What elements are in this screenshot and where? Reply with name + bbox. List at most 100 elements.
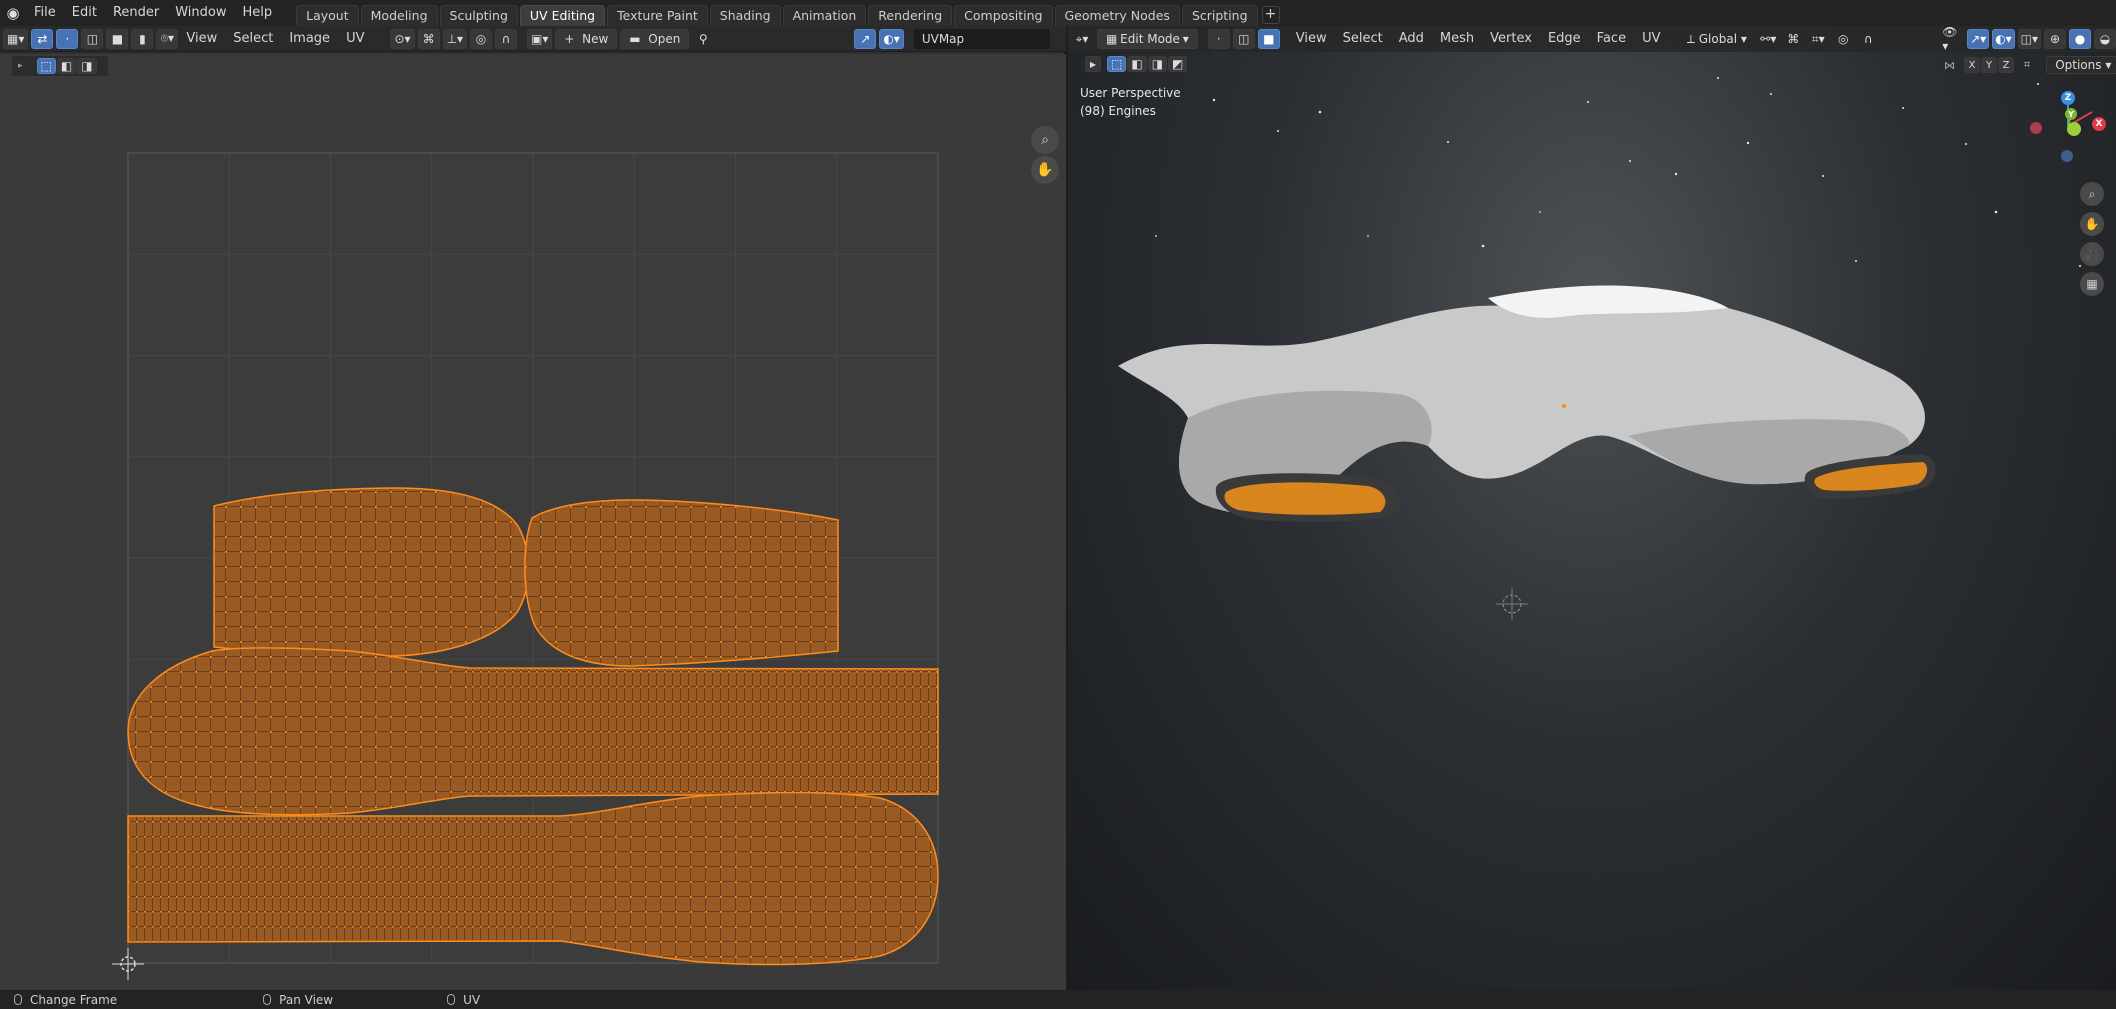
blender-logo-icon[interactable]: ◉	[0, 0, 26, 26]
select-extend-icon[interactable]: ◧	[1127, 56, 1147, 72]
snap-target-icon[interactable]: ⊥▾	[442, 28, 468, 49]
image-browse-icon[interactable]: ▣▾	[527, 28, 553, 49]
tab-layout[interactable]: Layout	[296, 5, 359, 26]
uv-menu-image[interactable]: Image	[281, 26, 338, 52]
falloff-icon[interactable]: ∩	[1857, 29, 1879, 49]
camera-view-icon[interactable]: 🎥	[2080, 242, 2104, 266]
zoom-icon[interactable]: ⌕	[2080, 182, 2104, 206]
pan-hand-icon[interactable]: ✋	[1031, 156, 1059, 184]
vertex-mode-icon[interactable]: ·	[1207, 29, 1230, 49]
tab-shading[interactable]: Shading	[709, 5, 781, 26]
expand-arrow-icon[interactable]: ▸	[1085, 56, 1101, 72]
select-subtract-icon[interactable]: ◨	[77, 58, 97, 74]
overlay-toggle-icon[interactable]: ◐▾	[1992, 29, 2015, 49]
menu-render[interactable]: Render	[105, 0, 167, 26]
uv-menu-uv[interactable]: UV	[338, 26, 372, 52]
axis-neg-z-icon[interactable]	[2061, 150, 2073, 162]
menu-help[interactable]: Help	[235, 0, 281, 26]
xray-icon[interactable]: ◫▾	[2017, 29, 2041, 49]
uv-island[interactable]	[520, 496, 840, 671]
shading-solid-icon[interactable]: ●	[2069, 29, 2091, 49]
mode-selector[interactable]: ▦ Edit Mode ▾	[1097, 29, 1198, 49]
tab-uv-editing[interactable]: UV Editing	[519, 5, 606, 26]
mesh-edit-icon[interactable]: ⌗	[2024, 58, 2030, 72]
3d-viewport[interactable]: ⌖▾ ▦ Edit Mode ▾ · ◫ ■ View Select Add Mes…	[1068, 25, 2116, 990]
edge-mode-icon[interactable]: ◫	[1232, 29, 1255, 49]
select-intersect-icon[interactable]: ◩	[1168, 56, 1188, 72]
spaceship-mesh[interactable]	[1118, 285, 1936, 522]
visibility-icon[interactable]: 👁▾	[1939, 25, 1964, 53]
sync-selection-icon[interactable]: ⇄	[31, 28, 54, 49]
snap-target-icon[interactable]: ⌗▾	[1807, 29, 1829, 49]
tab-scripting[interactable]: Scripting	[1181, 5, 1258, 26]
select-extend-icon[interactable]: ◧	[56, 58, 77, 74]
uv-island[interactable]	[560, 786, 940, 966]
editor-type-icon[interactable]: ⌖▾	[1071, 29, 1093, 49]
overlay-toggle-icon[interactable]: ◐▾	[879, 28, 904, 49]
gizmo-toggle-icon[interactable]: ↗	[854, 28, 877, 49]
mirror-z-toggle[interactable]: Z	[1998, 57, 2014, 73]
pin-icon[interactable]: ⚲	[692, 29, 714, 49]
pan-hand-icon[interactable]: ✋	[2080, 212, 2104, 236]
open-image-button[interactable]: ▬ Open	[620, 28, 690, 49]
ortho-grid-icon[interactable]: ▦	[2080, 272, 2104, 296]
snap-icon[interactable]: ⌘	[417, 28, 440, 49]
tab-animation[interactable]: Animation	[782, 5, 867, 26]
uv-island-dense[interactable]	[470, 644, 940, 819]
options-button[interactable]: Options ▾	[2046, 56, 2116, 74]
axis-x-icon[interactable]: X	[2092, 117, 2106, 131]
pivot-icon[interactable]: ⊙▾	[390, 28, 415, 49]
mirror-x-toggle[interactable]: X	[1964, 57, 1980, 73]
select-box-icon[interactable]: ⬚	[36, 58, 56, 74]
uv-menu-view[interactable]: View	[178, 26, 225, 52]
vp-menu-vertex[interactable]: Vertex	[1482, 26, 1540, 52]
menu-edit[interactable]: Edit	[64, 0, 105, 26]
new-image-button[interactable]: + New	[555, 28, 618, 49]
proportional-edit-icon[interactable]: ◎	[470, 28, 493, 49]
vp-menu-face[interactable]: Face	[1589, 26, 1634, 52]
face-mode-icon[interactable]: ■	[1257, 29, 1280, 49]
axis-y-icon[interactable]: Y	[2065, 108, 2077, 120]
snap-icon[interactable]: ⌘	[1782, 29, 1804, 49]
vp-menu-uv[interactable]: UV	[1634, 26, 1668, 52]
tab-sculpting[interactable]: Sculpting	[439, 5, 518, 26]
vp-menu-select[interactable]: Select	[1335, 26, 1391, 52]
axis-neg-y-icon[interactable]	[2067, 122, 2081, 136]
orientation-selector[interactable]: ⟂ Global ▾	[1685, 29, 1750, 49]
shading-wireframe-icon[interactable]: ⊕	[2044, 29, 2066, 49]
uv-canvas[interactable]: ⌕ ✋	[0, 54, 1066, 990]
gizmo-toggle-icon[interactable]: ↗▾	[1967, 29, 1990, 49]
pivot-point-icon[interactable]: ⚯▾	[1757, 29, 1779, 49]
menu-file[interactable]: File	[26, 0, 64, 26]
face-select-icon[interactable]: ■	[106, 28, 129, 49]
zoom-icon[interactable]: ⌕	[1031, 126, 1059, 154]
navigation-gizmo[interactable]: Z X Y	[2028, 86, 2108, 166]
uv-menu-select[interactable]: Select	[225, 26, 281, 52]
island-select-icon[interactable]: ▮	[131, 28, 154, 49]
menu-window[interactable]: Window	[167, 0, 234, 26]
tab-texture-paint[interactable]: Texture Paint	[607, 5, 708, 26]
add-workspace-button[interactable]: +	[1261, 6, 1280, 24]
axis-z-icon[interactable]: Z	[2061, 91, 2075, 105]
tab-rendering[interactable]: Rendering	[868, 5, 953, 26]
edge-select-icon[interactable]: ◫	[81, 28, 104, 49]
axis-neg-x-icon[interactable]	[2030, 122, 2042, 134]
select-box-icon[interactable]: ⬚	[1107, 56, 1127, 72]
shading-material-icon[interactable]: ◒	[2094, 29, 2116, 49]
sticky-mode-icon[interactable]: ⌾▾	[156, 28, 179, 49]
vp-menu-view[interactable]: View	[1288, 26, 1335, 52]
falloff-icon[interactable]: ∩	[495, 28, 518, 49]
uvmap-field[interactable]: UVMap	[913, 28, 1050, 49]
tab-geometry-nodes[interactable]: Geometry Nodes	[1054, 5, 1180, 26]
vp-menu-add[interactable]: Add	[1391, 26, 1432, 52]
editor-type-icon[interactable]: ▦▾	[3, 28, 29, 49]
proportional-edit-icon[interactable]: ◎	[1832, 29, 1854, 49]
select-subtract-icon[interactable]: ◨	[1147, 56, 1168, 72]
vp-menu-edge[interactable]: Edge	[1540, 26, 1589, 52]
3d-cursor-icon[interactable]	[1496, 588, 1528, 620]
expand-arrow-icon[interactable]: ▸	[18, 61, 23, 71]
vp-menu-mesh[interactable]: Mesh	[1432, 26, 1482, 52]
tab-modeling[interactable]: Modeling	[360, 5, 438, 26]
tab-compositing[interactable]: Compositing	[954, 5, 1053, 26]
vertex-select-icon[interactable]: ·	[56, 28, 79, 49]
